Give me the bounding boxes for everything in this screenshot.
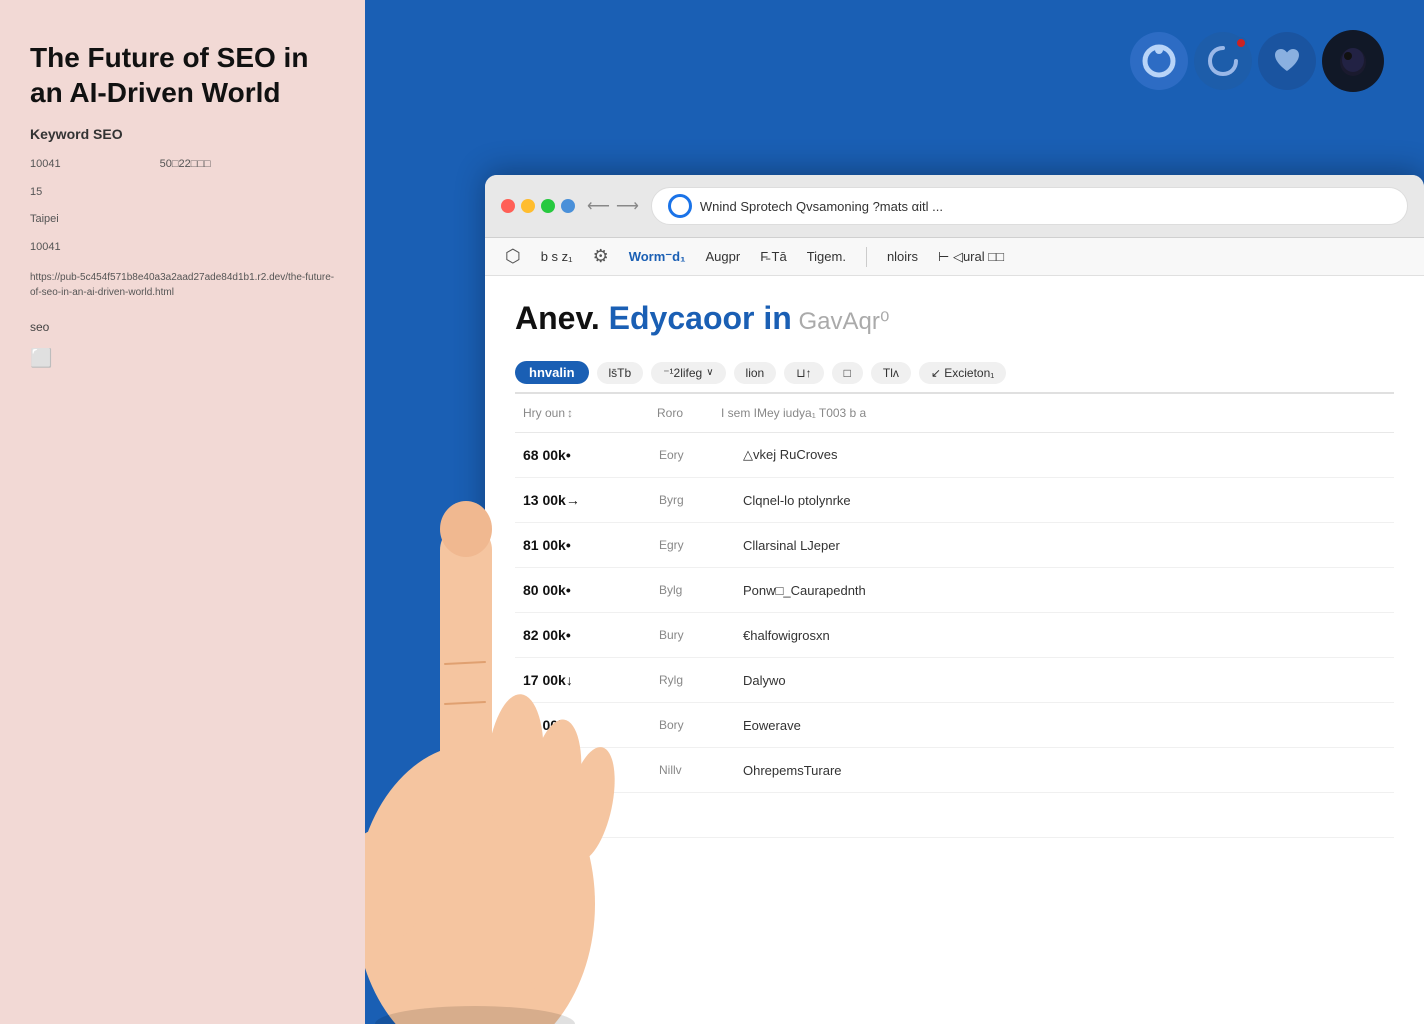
address-bar[interactable]: Wnind Sprotech Qvsamoning ?mats αitl ... xyxy=(651,187,1408,225)
trend-egry: Egry xyxy=(655,532,735,558)
icon-4 xyxy=(1322,30,1384,92)
trend-byrg: Byrg xyxy=(655,487,735,513)
label-dalywo: Dalywo xyxy=(735,667,985,694)
table-row: 80 00k• Bylg Ponw□_Caurapednth xyxy=(515,568,1394,613)
table-row: 82 00k• Bury €halfowigrosxn xyxy=(515,613,1394,658)
metric-81: 81 00k• xyxy=(515,531,655,559)
browser-nav: ⬡ b s z₁ ⚙ Worm⁻d₁ Augpr F̵ Tā Tigem. nl… xyxy=(485,238,1424,276)
th-hry-oun: Hry oun↕ xyxy=(515,402,645,424)
label-ponwd: Ponw□_Caurapednth xyxy=(735,577,985,604)
filter-pill-hnvalin[interactable]: hnvalin xyxy=(515,361,589,384)
th-roro: Roro xyxy=(649,402,709,424)
extra-button xyxy=(561,199,575,213)
nav-icon-settings[interactable]: ⚙ xyxy=(593,246,609,267)
close-button[interactable] xyxy=(501,199,515,213)
trend-bury: Bury xyxy=(655,622,735,648)
filter-tag-excieton[interactable]: ↙ Excieton₁ xyxy=(919,362,1006,384)
label-eowerave: Eowerave xyxy=(735,712,985,739)
trend-eory: Eory xyxy=(655,442,735,468)
tag-label: seo xyxy=(30,320,335,334)
article-title: The Future of SEO in an AI-Driven World xyxy=(30,40,335,110)
nav-item-ural[interactable]: ⊢ ◁ural □□ xyxy=(938,249,1004,265)
left-panel: The Future of SEO in an AI-Driven World … xyxy=(0,0,365,1024)
table-row: 13 00k→ Byrg Clqnel-lo ptolynrke xyxy=(515,478,1394,523)
metric-17: 17 00k↓ xyxy=(515,666,655,694)
trend-bylg: Bylg xyxy=(655,577,735,603)
metric-80: 80 00k• xyxy=(515,576,655,604)
forward-icon[interactable]: ⟶ xyxy=(616,196,639,216)
nav-divider xyxy=(866,247,867,267)
metric-82: 82 00k• xyxy=(515,621,655,649)
address-circle-icon xyxy=(668,194,692,218)
label-cllarsinal: Cllarsinal LJeper xyxy=(735,532,985,559)
label-ohrepems: OhrepemsTurare xyxy=(735,757,985,784)
tag-icon: ⬜ xyxy=(30,348,335,369)
th-i-sem: I sem IMey iudya₁ T003 b a xyxy=(713,402,967,424)
trend-empty xyxy=(655,809,735,821)
browser-chrome: ⟵ ⟶ Wnind Sprotech Qvsamoning ?mats αitl… xyxy=(485,175,1424,238)
label-ptolynrke: Clqnel-lo ptolynrke xyxy=(735,487,985,514)
heading-part1: Anev. xyxy=(515,300,609,336)
address-text: Wnind Sprotech Qvsamoning ?mats αitl ... xyxy=(700,199,1391,214)
table-row: 81 00k• Egry Cllarsinal LJeper xyxy=(515,523,1394,568)
table-row: 68 00k• Eory △vkej RuCroves xyxy=(515,433,1394,478)
top-bar xyxy=(365,0,1424,175)
icon-3 xyxy=(1258,32,1316,90)
label-rucroves: △vkej RuCroves xyxy=(735,441,985,469)
heading-part2: Edycaoor in xyxy=(609,300,792,336)
browser-window: ⟵ ⟶ Wnind Sprotech Qvsamoning ?mats αitl… xyxy=(485,175,1424,1024)
nav-item-augpr[interactable]: Augpr xyxy=(705,249,740,264)
icon-1 xyxy=(1130,32,1188,90)
meta-line2: 15 xyxy=(30,184,335,202)
traffic-lights xyxy=(501,199,575,213)
filter-tag-lstb[interactable]: ls̄Tb xyxy=(597,362,644,384)
table-row: S0 00k• Nillv OhrepemsTurare xyxy=(515,748,1394,793)
metric-8f: 8F 00k• xyxy=(515,801,655,829)
back-icon[interactable]: ⟵ xyxy=(587,196,610,216)
page-heading: Anev. Edycaoor in GavAqr⁰ xyxy=(515,276,1394,353)
nav-item-tigem[interactable]: Tigem. xyxy=(807,249,846,264)
filter-tag-12lifeg[interactable]: ⁻¹2lifeg ∨ xyxy=(651,362,725,384)
article-subtitle: Keyword SEO xyxy=(30,126,335,142)
filter-tag-box[interactable]: ⊔↑ xyxy=(784,362,823,384)
metric-13: 13 00k→ xyxy=(515,486,655,514)
meta-line4: 10041 xyxy=(30,239,335,257)
nav-buttons: ⟵ ⟶ xyxy=(587,196,639,216)
right-section: ⟵ ⟶ Wnind Sprotech Qvsamoning ?mats αitl… xyxy=(365,0,1424,1024)
trend-nillv: Nillv xyxy=(655,757,735,783)
trend-rylg: Rylg xyxy=(655,667,735,693)
meta-line3: Taipei xyxy=(30,211,335,229)
filter-tag-lion[interactable]: lion xyxy=(734,362,777,384)
trend-bory: Bory xyxy=(655,712,735,738)
icon-2 xyxy=(1194,32,1252,90)
table-row: 32 00k• Bory Eowerave xyxy=(515,703,1394,748)
top-icons xyxy=(1130,30,1384,92)
nav-icon-cp: ⬡ xyxy=(505,246,521,267)
browser-content[interactable]: Anev. Edycaoor in GavAqr⁰ hnvalin ls̄Tb … xyxy=(485,276,1424,1024)
label-halfowi: €halfowigrosxn xyxy=(735,622,985,649)
minimize-button[interactable] xyxy=(521,199,535,213)
maximize-button[interactable] xyxy=(541,199,555,213)
metric-32: 32 00k• xyxy=(515,711,655,739)
table-subheader: Hry oun↕ Roro I sem IMey iudya₁ T003 b a xyxy=(515,394,1394,433)
data-table: 68 00k• Eory △vkej RuCroves 13 00k→ Byrg… xyxy=(515,433,1394,838)
article-url: https://pub-5c454f571b8e40a3a2aad27ade84… xyxy=(30,270,335,300)
nav-item-nloirs[interactable]: nloirs xyxy=(887,249,918,264)
table-row: 17 00k↓ Rylg Dalywo xyxy=(515,658,1394,703)
filter-row: hnvalin ls̄Tb ⁻¹2lifeg ∨ lion ⊔↑ □ Tlʌ ↙… xyxy=(515,353,1394,394)
nav-item-wormd[interactable]: Worm⁻d₁ xyxy=(629,249,686,265)
metric-s0: S0 00k• xyxy=(515,756,655,784)
nav-item-fta[interactable]: F̵ Tā xyxy=(760,249,787,264)
filter-tag-square[interactable]: □ xyxy=(832,362,863,384)
label-empty xyxy=(735,809,985,821)
heading-part3: GavAqr⁰ xyxy=(792,308,890,335)
meta-line1: 10041 50□22□□□ xyxy=(30,156,335,174)
filter-tag-tlv[interactable]: Tlʌ xyxy=(871,362,911,384)
nav-item-bsz[interactable]: b s z₁ xyxy=(541,249,573,264)
table-row: 8F 00k• xyxy=(515,793,1394,838)
metric-68: 68 00k• xyxy=(515,441,655,469)
